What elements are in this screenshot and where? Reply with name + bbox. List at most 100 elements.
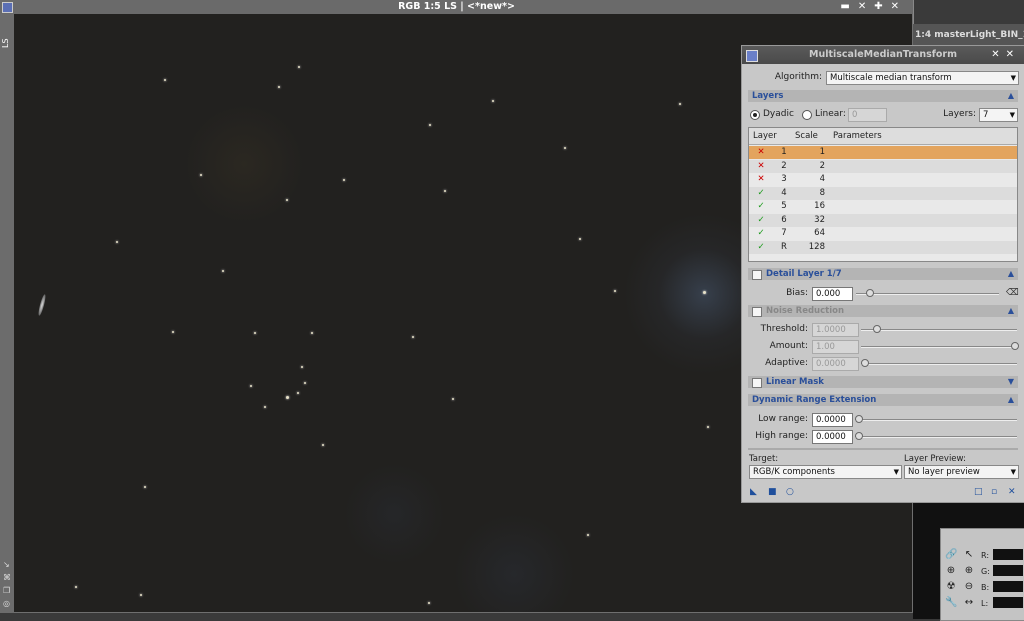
background-window-title[interactable]: 1:4 masterLight_BIN_1 xyxy=(913,24,1024,46)
slider-knob[interactable] xyxy=(1011,342,1019,350)
target-select[interactable]: RGB/K components ▼ xyxy=(749,465,902,479)
readout-value xyxy=(993,565,1023,576)
check-icon[interactable]: ✓ xyxy=(756,187,766,200)
dialog-titlebar[interactable]: MultiscaleMedianTransform ✕✕ xyxy=(742,46,1024,64)
expand-icon[interactable]: ↘ xyxy=(3,561,11,569)
threshold-label: Threshold: xyxy=(760,324,808,334)
low-range-slider[interactable] xyxy=(855,415,1017,423)
detail-layer-checkbox[interactable] xyxy=(752,270,762,280)
bias-input[interactable]: 0.000 xyxy=(812,287,853,301)
algorithm-select[interactable]: Multiscale median transform ▼ xyxy=(826,71,1019,85)
check-icon[interactable]: ✓ xyxy=(756,241,766,254)
collapse-icon[interactable]: ▲ xyxy=(1008,90,1014,102)
link-icon[interactable]: 🔗 xyxy=(945,549,957,561)
table-row[interactable]: ✓ R 128 xyxy=(749,240,1017,254)
table-row[interactable]: ✕ 2 2 xyxy=(749,159,1017,173)
collapse-icon[interactable]: ▲ xyxy=(1008,394,1014,406)
table-row[interactable]: ✓ 7 64 xyxy=(749,227,1017,240)
fit-icon[interactable]: ⌘ xyxy=(3,574,11,582)
adaptive-input[interactable]: 0.0000 xyxy=(812,357,859,371)
column-header[interactable]: Layer xyxy=(753,131,777,141)
apply-icon[interactable]: ○ xyxy=(786,488,794,497)
table-row[interactable]: ✕ 1 1 xyxy=(749,146,1017,159)
image-window-titlebar[interactable]: RGB 1:5 LS | <*new*> ▬✕✚✕ xyxy=(0,0,913,14)
browse-documentation-icon[interactable]: ▫ xyxy=(991,488,999,497)
algorithm-label: Algorithm: xyxy=(774,72,822,82)
settings-icon[interactable]: ◎ xyxy=(3,600,11,608)
zoom-in-icon[interactable]: ⊕ xyxy=(963,565,975,577)
cross-icon[interactable]: ✕ xyxy=(756,160,766,173)
noise-reduction-section-header[interactable]: Noise Reduction ▲ xyxy=(748,305,1018,317)
new-instance-icon[interactable]: ◣ xyxy=(750,488,758,497)
slider-knob[interactable] xyxy=(855,415,863,423)
detail-layer-section-header[interactable]: Detail Layer 1/7 ▲ xyxy=(748,268,1018,280)
reset-icon[interactable]: ✕ xyxy=(1008,488,1016,497)
linear-mask-section-header[interactable]: Linear Mask ▼ xyxy=(748,376,1018,388)
low-range-input[interactable]: 0.0000 xyxy=(812,413,853,427)
close-icon[interactable]: ✕ xyxy=(1006,49,1020,60)
check-icon[interactable]: ✓ xyxy=(756,227,766,240)
shade-icon[interactable]: ✕ xyxy=(991,49,1005,60)
dre-section-header[interactable]: Dynamic Range Extension ▲ xyxy=(748,394,1018,406)
threshold-input[interactable]: 1.0000 xyxy=(812,323,859,337)
layers-table[interactable]: Layer Scale Parameters ✕ 1 1 ✕ 2 2 ✕ 3 4 ✓ 4 8 ✓ 5 16 ✓… xyxy=(748,127,1018,262)
wrench-icon[interactable]: 🔧 xyxy=(945,597,957,609)
apply-global-icon[interactable]: ■ xyxy=(768,488,777,497)
pointer-icon[interactable]: ↖ xyxy=(963,549,975,561)
noise-reduction-checkbox[interactable] xyxy=(752,307,762,317)
threshold-slider[interactable] xyxy=(861,325,1017,333)
zoom-icon[interactable]: ⊕ xyxy=(945,565,957,577)
dyadic-radio[interactable] xyxy=(750,110,760,120)
check-icon[interactable]: ✓ xyxy=(756,200,766,213)
resize-icon[interactable]: ↔ xyxy=(963,597,975,609)
check-icon[interactable]: ✓ xyxy=(756,214,766,227)
layers-count-label: Layers: xyxy=(943,109,976,119)
minimize-icon[interactable]: ▬ xyxy=(840,1,857,12)
real-time-preview-icon[interactable]: □ xyxy=(974,488,983,497)
dialog-controls[interactable]: ✕✕ xyxy=(991,46,1020,64)
close-icon[interactable]: ✕ xyxy=(891,1,907,12)
cross-icon[interactable]: ✕ xyxy=(756,146,766,159)
linear-radio[interactable] xyxy=(802,110,812,120)
column-header[interactable]: Parameters xyxy=(833,131,882,141)
star xyxy=(286,396,289,399)
bias-slider[interactable] xyxy=(856,289,999,297)
table-row[interactable]: ✓ 6 32 xyxy=(749,213,1017,227)
expand-icon[interactable]: ▼ xyxy=(1008,376,1014,388)
zoom-out-icon[interactable]: ⊖ xyxy=(963,581,975,593)
collapse-icon[interactable]: ▲ xyxy=(1008,305,1014,317)
column-header[interactable]: Scale xyxy=(795,131,818,141)
high-range-input[interactable]: 0.0000 xyxy=(812,430,853,444)
linear-spin[interactable]: 0 xyxy=(848,108,887,122)
maximize-icon[interactable]: ✚ xyxy=(874,1,890,12)
amount-slider[interactable] xyxy=(861,342,1019,350)
slider-knob[interactable] xyxy=(866,289,874,297)
high-range-slider[interactable] xyxy=(855,432,1017,440)
shade-icon[interactable]: ✕ xyxy=(858,1,874,12)
slider-knob[interactable] xyxy=(861,359,869,367)
window-controls[interactable]: ▬✕✚✕ xyxy=(840,0,907,13)
low-range-label: Low range: xyxy=(758,414,808,424)
scale-cell: 1 xyxy=(819,147,825,157)
amount-input[interactable]: 1.00 xyxy=(812,340,859,354)
slider-knob[interactable] xyxy=(855,432,863,440)
layer-preview-select[interactable]: No layer preview ▼ xyxy=(904,465,1019,479)
copy-icon[interactable]: ❐ xyxy=(3,587,11,595)
image-side-tab[interactable]: LS ↘ ⌘ ❐ ◎ xyxy=(0,14,14,613)
table-row[interactable]: ✕ 3 4 xyxy=(749,173,1017,186)
radiation-icon[interactable]: ☢ xyxy=(945,581,957,593)
slider-knob[interactable] xyxy=(873,325,881,333)
layers-count-select[interactable]: 7 ▼ xyxy=(979,108,1018,122)
linear-mask-checkbox[interactable] xyxy=(752,378,762,388)
star xyxy=(250,385,252,387)
layers-section-header[interactable]: Layers ▲ xyxy=(748,90,1018,102)
table-row[interactable]: ✓ 4 8 xyxy=(749,186,1017,200)
cross-icon[interactable]: ✕ xyxy=(756,173,766,186)
adaptive-slider[interactable] xyxy=(861,359,1017,367)
star xyxy=(579,238,581,240)
reset-icon[interactable]: ⌫ xyxy=(1006,286,1019,301)
star xyxy=(707,426,709,428)
collapse-icon[interactable]: ▲ xyxy=(1008,268,1014,280)
table-row[interactable]: ✓ 5 16 xyxy=(749,200,1017,213)
readout-label-g: G: xyxy=(981,567,990,576)
